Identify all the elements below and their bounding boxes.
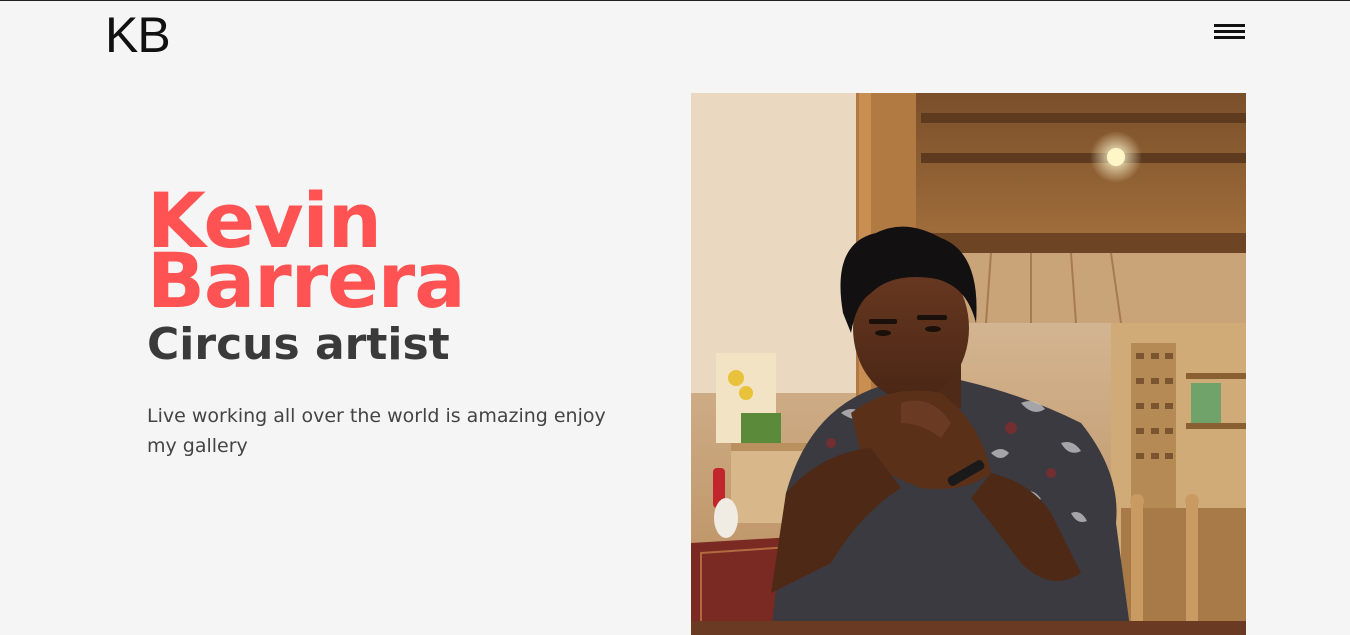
site-logo[interactable]: KB — [105, 7, 171, 63]
hero-text: Kevin Barrera Circus artist Live working… — [147, 183, 647, 461]
hero-description: Live working all over the world is amazi… — [147, 405, 606, 457]
site-header: KB — [0, 1, 1350, 71]
hero-name: Kevin Barrera — [147, 183, 647, 325]
hamburger-menu-icon[interactable] — [1212, 21, 1246, 43]
hero-role: Circus artist — [147, 319, 450, 370]
menu-bar — [1214, 30, 1245, 33]
menu-bar — [1214, 36, 1245, 39]
hero-name-last: Barrera — [147, 236, 465, 325]
portrait-photo — [691, 93, 1246, 635]
menu-bar — [1214, 24, 1245, 27]
